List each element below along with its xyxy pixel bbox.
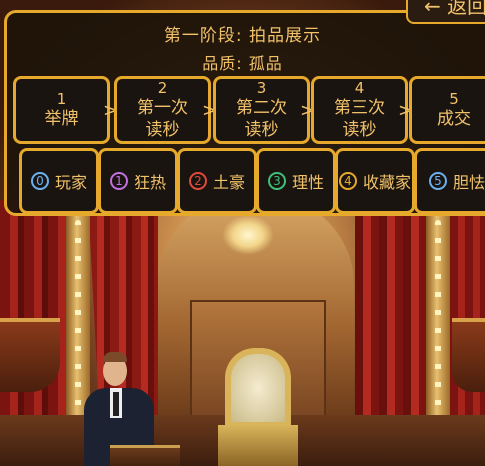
auctioneer-hair <box>103 352 127 362</box>
step-label-line2: 读秒 <box>244 119 279 140</box>
bidder-name: 玩家 <box>54 173 87 192</box>
left-balcony <box>0 318 60 392</box>
step-third-countdown: 4 第三次 读秒 <box>311 76 408 144</box>
bidder-name: 狂热 <box>133 173 166 192</box>
bidder-id-badge: 5 <box>428 172 447 190</box>
bidder-timid[interactable]: 5 胆怯 <box>414 148 485 214</box>
step-second-countdown: 3 第二次 读秒 <box>213 76 310 144</box>
podium <box>110 445 180 466</box>
right-balcony <box>452 318 485 392</box>
bidder-id-badge: 0 <box>30 172 49 190</box>
bidder-id-badge: 1 <box>109 172 128 190</box>
stage-title: 第一阶段: 拍品展示 <box>163 26 322 46</box>
step-label: 第一次 <box>137 97 188 118</box>
chandelier <box>222 215 274 255</box>
bidder-name: 胆怯 <box>452 173 485 192</box>
bidder-rational[interactable]: 3 理性 <box>256 148 336 214</box>
bidder-id-badge: 3 <box>267 172 286 190</box>
item-quality: 品质: 孤品 <box>202 54 283 73</box>
bidder-id-badge: 4 <box>338 172 357 190</box>
bidder-player[interactable]: 0 玩家 <box>19 148 99 214</box>
step-label: 第二次 <box>236 97 287 118</box>
bidder-fanatic[interactable]: 1 狂热 <box>98 148 178 214</box>
bidder-name: 收藏家 <box>362 173 411 192</box>
step-number: 3 <box>256 78 267 97</box>
step-label: 第三次 <box>334 97 385 118</box>
bidder-tycoon[interactable]: 2 土豪 <box>177 148 257 214</box>
bidder-name: 理性 <box>291 173 324 192</box>
step-number: 1 <box>56 89 67 108</box>
auction-item-pedestal <box>218 425 298 466</box>
step-label: 举牌 <box>44 108 79 129</box>
step-raise-paddle: 1 举牌 <box>13 76 110 144</box>
bidder-collector[interactable]: 4 收藏家 <box>335 148 415 214</box>
auction-item-mirror <box>225 348 291 428</box>
step-number: 2 <box>157 78 168 97</box>
step-label-line2: 读秒 <box>145 119 180 140</box>
step-first-countdown: 2 第一次 读秒 <box>114 76 211 144</box>
step-label-line2: 读秒 <box>342 119 377 140</box>
step-label: 成交 <box>437 108 471 129</box>
bidder-id-badge: 2 <box>188 172 207 190</box>
step-deal: 5 成交 <box>409 76 485 144</box>
step-number: 4 <box>354 78 365 97</box>
auctioneer-tie <box>113 392 119 416</box>
step-number: 5 <box>449 89 459 108</box>
bidder-name: 土豪 <box>212 173 245 192</box>
back-button[interactable]: ← 返回 <box>406 0 485 24</box>
